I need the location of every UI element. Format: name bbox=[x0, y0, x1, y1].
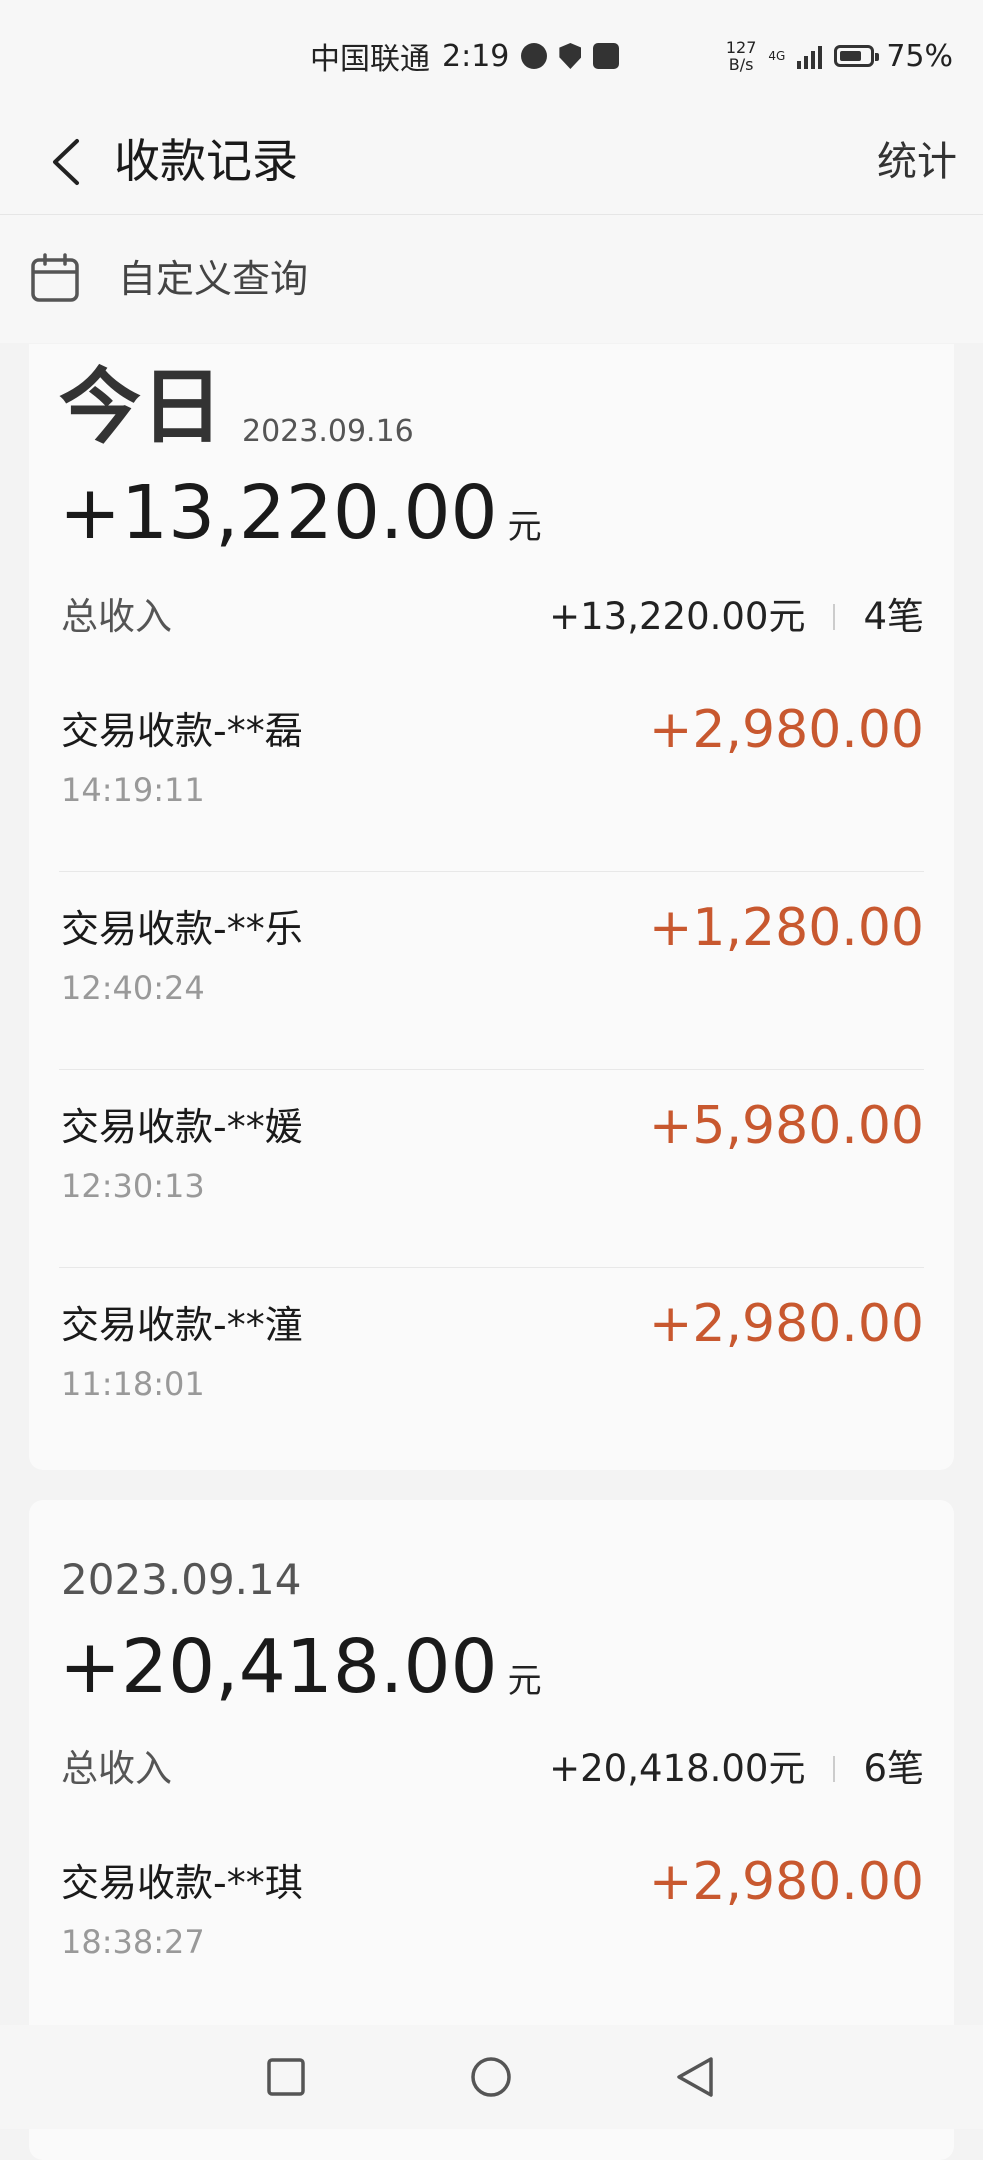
clock: 2:19 bbox=[442, 38, 510, 74]
day-total: +20,418.00 元 bbox=[59, 1624, 542, 1710]
custom-query-bar[interactable]: 自定义查询 bbox=[0, 215, 983, 343]
huawei-app-icon bbox=[593, 43, 620, 69]
transaction-row[interactable]: 交易收款-**琪 18:38:27 +2,980.00 bbox=[59, 1826, 924, 2024]
network-speed: 127 B/s bbox=[725, 38, 757, 74]
app-notification-icon bbox=[521, 43, 548, 69]
carrier-name: 中国联通 bbox=[310, 42, 430, 77]
battery-icon bbox=[834, 45, 880, 67]
custom-query-label: 自定义查询 bbox=[118, 257, 309, 301]
calendar-icon bbox=[30, 253, 80, 303]
today-label: 今日 bbox=[59, 360, 224, 455]
transaction-row[interactable]: 交易收款-**潼 11:18:01 +2,980.00 bbox=[59, 1268, 924, 1466]
total-income-summary: +20,418.00元 6笔 bbox=[549, 1747, 924, 1790]
day-total: +13,220.00 元 bbox=[59, 470, 542, 556]
stats-button[interactable]: 统计 bbox=[877, 132, 957, 192]
summary-divider bbox=[833, 1756, 836, 1782]
summary-divider bbox=[833, 604, 836, 630]
back-nav-icon[interactable] bbox=[667, 2049, 723, 2105]
total-income-label: 总收入 bbox=[61, 1747, 172, 1790]
title-bar: 收款记录 统计 bbox=[0, 110, 983, 215]
battery-percent: 75% bbox=[886, 38, 953, 74]
home-icon[interactable] bbox=[463, 2049, 519, 2105]
system-nav-bar bbox=[0, 2025, 983, 2129]
status-bar: 中国联通 2:19 127 B/s 4G 75% bbox=[0, 0, 983, 110]
day-date: 2023.09.16 bbox=[242, 414, 414, 449]
day-card-today: 今日 2023.09.16 +13,220.00 元 总收入 +13,220.00… bbox=[29, 344, 954, 1470]
network-type: 4G bbox=[768, 48, 786, 63]
status-right: 127 B/s 4G 75% bbox=[726, 34, 953, 78]
recent-apps-icon[interactable] bbox=[258, 2049, 314, 2105]
back-icon[interactable] bbox=[38, 134, 94, 190]
transaction-row[interactable]: 交易收款-**磊 14:19:11 +2,980.00 bbox=[59, 674, 924, 872]
page-title: 收款记录 bbox=[114, 134, 298, 188]
total-income-label: 总收入 bbox=[61, 595, 172, 638]
shield-icon bbox=[559, 43, 582, 69]
signal-icon bbox=[797, 43, 823, 69]
total-income-summary: +13,220.00元 4笔 bbox=[549, 595, 924, 638]
transaction-row[interactable]: 交易收款-**乐 12:40:24 +1,280.00 bbox=[59, 872, 924, 1070]
transaction-row[interactable]: 交易收款-**媛 12:30:13 +5,980.00 bbox=[59, 1070, 924, 1268]
status-center: 中国联通 2:19 bbox=[310, 34, 620, 78]
day-date: 2023.09.14 bbox=[61, 1555, 302, 1604]
